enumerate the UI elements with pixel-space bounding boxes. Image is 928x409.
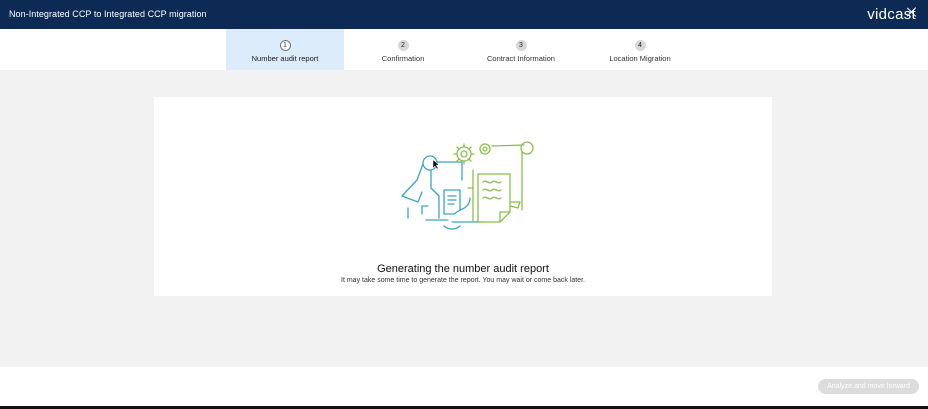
status-heading: Generating the number audit report [377, 263, 549, 275]
step-number: 3 [515, 40, 527, 51]
step-label: Confirmation [381, 54, 425, 63]
close-icon[interactable] [907, 7, 917, 17]
step-label: Contract Information [487, 54, 555, 63]
top-bar: Non-Integrated CCP to Integrated CCP mig… [0, 0, 928, 29]
report-generation-illustration-icon [401, 141, 534, 230]
footer-bar: Analyze and move forward [0, 367, 928, 406]
page-title: Non-Integrated CCP to Integrated CCP mig… [9, 9, 207, 19]
wizard-steps: 1 Number audit report 2 Confirmation 3 C… [0, 29, 928, 70]
step-label: Number audit report [251, 54, 319, 63]
status-subtext: It may take some time to generate the re… [341, 277, 585, 284]
step-label: Location Migration [609, 54, 671, 63]
analyze-and-move-forward-button[interactable]: Analyze and move forward [818, 379, 919, 394]
step-location-migration[interactable]: 4 Location Migration [581, 29, 699, 70]
step-number-audit-report[interactable]: 1 Number audit report [226, 29, 344, 70]
step-confirmation[interactable]: 2 Confirmation [344, 29, 462, 70]
step-number: 1 [279, 40, 291, 51]
step-number: 2 [397, 40, 409, 51]
report-status-card: Generating the number audit report It ma… [154, 97, 772, 296]
step-number: 4 [634, 40, 646, 51]
step-contract-information[interactable]: 3 Contract Information [462, 29, 580, 70]
